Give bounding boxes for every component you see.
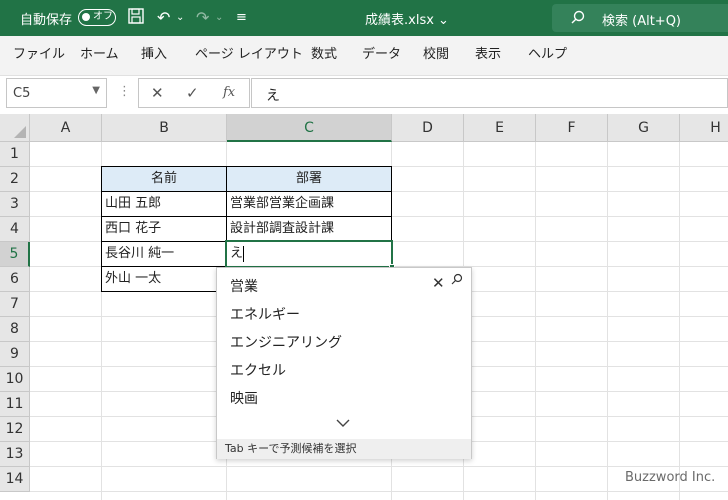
tab-data[interactable]: データ [362, 43, 401, 62]
autocomplete-dropdown: 営業 エネルギー エンジニアリング エクセル 映画 ✕ Tab キーで予測候補を… [216, 267, 472, 459]
table-border [101, 166, 392, 167]
formula-bar: C5 ▼ ⋮ ✕ ✓ fx え [0, 76, 728, 114]
row-header[interactable]: 1 [0, 142, 30, 167]
undo-icon[interactable]: ↶ [157, 7, 170, 29]
gridline [679, 142, 680, 500]
table-cell[interactable]: 西口 花子 [102, 217, 226, 241]
watermark: Buzzword Inc. [625, 470, 716, 485]
enter-icon[interactable]: ✓ [186, 84, 199, 102]
row-header[interactable]: 6 [0, 267, 30, 292]
row-header[interactable]: 7 [0, 292, 30, 317]
search-icon[interactable] [451, 273, 463, 289]
autosave-label: 自動保存 [20, 13, 73, 28]
column-header[interactable]: G [608, 114, 680, 142]
formula-content: え [266, 88, 280, 104]
gridline [30, 491, 728, 492]
chevron-down-icon[interactable]: ▼ [92, 85, 100, 96]
ribbon-tabs: ファイル ホーム 挿入 ページ レイアウト 数式 データ 校閲 表示 ヘルプ [0, 36, 728, 66]
tab-review[interactable]: 校閲 [423, 43, 449, 62]
autosave-toggle[interactable]: オフ [78, 9, 116, 26]
autocomplete-hint: Tab キーで予測候補を選択 [217, 439, 471, 459]
gridline [607, 142, 608, 500]
customize-toolbar-icon[interactable]: ≡ [236, 7, 247, 29]
tab-formulas[interactable]: 数式 [311, 43, 337, 62]
tab-insert[interactable]: 挿入 [141, 43, 167, 62]
redo-icon[interactable]: ↷ [196, 7, 209, 29]
ribbon-divider [0, 66, 728, 76]
search-box[interactable]: 検索 (Alt+Q) [552, 4, 728, 32]
formula-buttons: ✕ ✓ fx [138, 78, 250, 108]
table-cell[interactable]: 長谷川 純一 [102, 242, 226, 266]
row-header[interactable]: 3 [0, 192, 30, 217]
tab-file[interactable]: ファイル [13, 43, 65, 62]
table-header[interactable]: 部署 [227, 167, 391, 191]
column-header[interactable]: D [392, 114, 464, 142]
row-header[interactable]: 8 [0, 317, 30, 342]
column-header[interactable]: B [102, 114, 227, 142]
close-icon[interactable]: ✕ [432, 274, 445, 292]
tab-view[interactable]: 表示 [475, 43, 501, 62]
gridline [30, 466, 728, 467]
row-header[interactable]: 12 [0, 417, 30, 442]
column-header[interactable]: E [464, 114, 536, 142]
row-header[interactable]: 14 [0, 467, 30, 492]
column-header[interactable]: C [227, 114, 392, 142]
autocomplete-item[interactable]: エクセル [230, 360, 286, 380]
cancel-icon[interactable]: ✕ [151, 84, 164, 102]
table-cell[interactable]: 外山 一太 [102, 267, 226, 291]
undo-dropdown-icon[interactable]: ⌄ [176, 7, 184, 29]
table-border [101, 216, 392, 217]
table-cell[interactable]: 営業部営業企画課 [227, 192, 391, 216]
row-header[interactable]: 13 [0, 442, 30, 467]
title-bar: 自動保存 オフ ↶ ⌄ ↷ ⌄ ≡ 成績表.xlsx ⌄ 検索 (Alt+Q) [0, 0, 728, 36]
table-cell[interactable]: 山田 五郎 [102, 192, 226, 216]
table-cell[interactable]: 設計部調査設計課 [227, 217, 391, 241]
autocomplete-item[interactable]: 映画 [230, 388, 258, 408]
more-dots-icon: ⋮ [118, 84, 131, 99]
row-header[interactable]: 9 [0, 342, 30, 367]
row-header[interactable]: 4 [0, 217, 30, 242]
select-all-triangle-icon [14, 126, 26, 138]
text-caret [243, 246, 244, 262]
name-box[interactable]: C5 ▼ [6, 78, 107, 108]
tab-home[interactable]: ホーム [80, 43, 119, 62]
formula-input[interactable]: え [251, 78, 728, 108]
save-icon[interactable] [127, 7, 145, 29]
active-cell-indicator [225, 240, 395, 270]
row-header[interactable]: 2 [0, 167, 30, 192]
row-header[interactable]: 10 [0, 367, 30, 392]
tab-page-layout[interactable]: ページ レイアウト [195, 43, 303, 62]
autocomplete-item[interactable]: 営業 [230, 276, 258, 296]
autocomplete-item[interactable]: エネルギー [230, 304, 300, 324]
column-header[interactable]: H [680, 114, 728, 142]
autocomplete-item[interactable]: エンジニアリング [230, 332, 342, 352]
gridline [535, 142, 536, 500]
toggle-knob [82, 13, 90, 21]
tab-help[interactable]: ヘルプ [528, 43, 567, 62]
row-header[interactable]: 5 [0, 242, 30, 267]
select-all-button[interactable] [0, 114, 30, 142]
redo-dropdown-icon[interactable]: ⌄ [215, 7, 223, 29]
table-border [101, 191, 392, 192]
search-label: 検索 (Alt+Q) [602, 14, 682, 29]
row-header[interactable]: 11 [0, 392, 30, 417]
search-icon [570, 9, 586, 29]
column-header[interactable]: F [536, 114, 608, 142]
table-border [101, 166, 102, 292]
table-header[interactable]: 名前 [102, 167, 226, 191]
autosave-state: オフ [93, 11, 113, 22]
file-name[interactable]: 成績表.xlsx ⌄ [365, 9, 449, 28]
name-box-value: C5 [13, 86, 31, 101]
column-header[interactable]: A [30, 114, 102, 142]
chevron-down-icon[interactable] [335, 416, 351, 432]
insert-function-icon[interactable]: fx [223, 85, 235, 100]
